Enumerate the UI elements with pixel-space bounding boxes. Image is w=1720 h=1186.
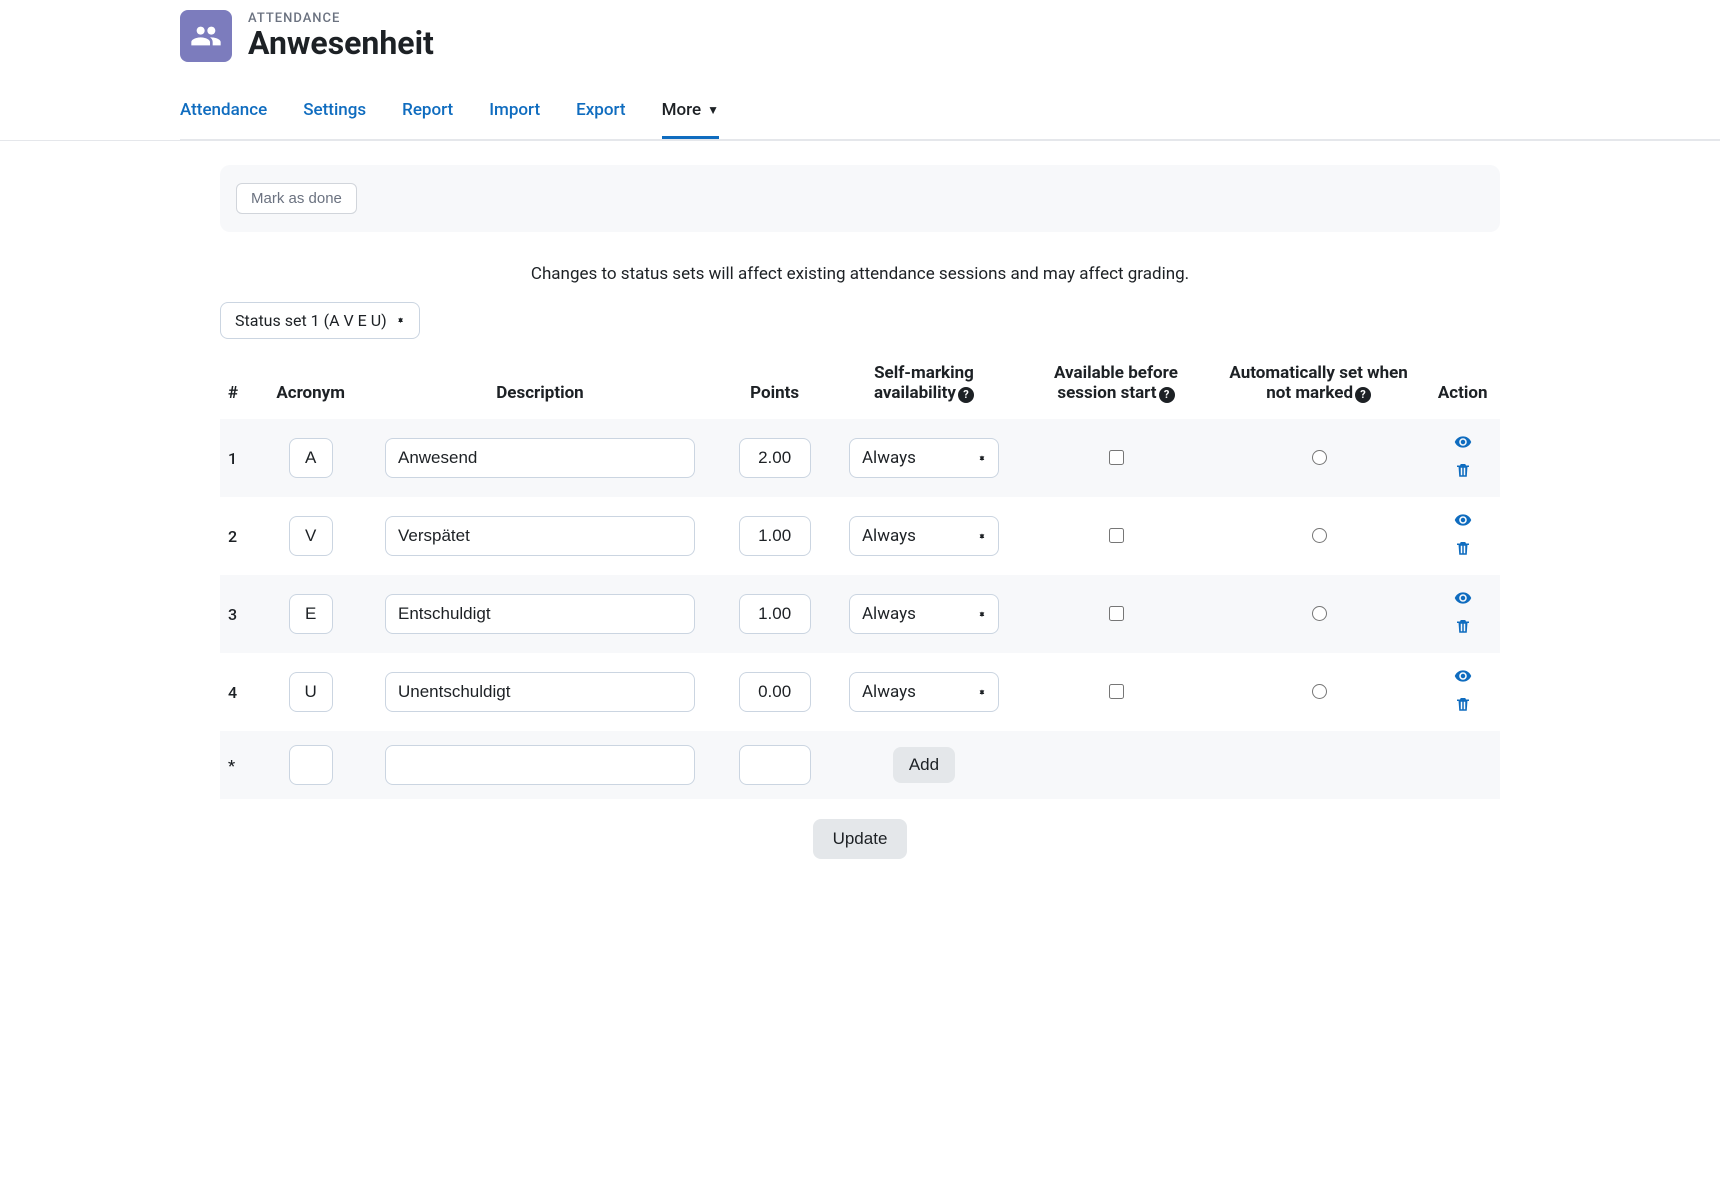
auto-set-radio[interactable] bbox=[1312, 606, 1327, 621]
table-row: 1 Always ▲▼ bbox=[220, 419, 1500, 497]
description-input[interactable] bbox=[385, 594, 695, 634]
trash-icon[interactable] bbox=[1454, 461, 1472, 483]
self-marking-select[interactable]: Always ▲▼ bbox=[849, 516, 999, 556]
available-before-checkbox[interactable] bbox=[1109, 606, 1124, 621]
description-input[interactable] bbox=[385, 672, 695, 712]
sort-icon: ▲▼ bbox=[978, 692, 986, 693]
available-before-checkbox[interactable] bbox=[1109, 528, 1124, 543]
tab-settings[interactable]: Settings bbox=[303, 90, 366, 139]
col-header-auto: Automatically set when not marked? bbox=[1212, 353, 1425, 419]
auto-set-radio[interactable] bbox=[1312, 684, 1327, 699]
col-header-points: Points bbox=[721, 353, 828, 419]
activity-header: ATTENDANCE Anwesenheit bbox=[180, 0, 1720, 62]
trash-icon[interactable] bbox=[1454, 539, 1472, 561]
row-number: 4 bbox=[220, 653, 263, 731]
description-input[interactable] bbox=[385, 745, 695, 785]
warning-text: Changes to status sets will affect exist… bbox=[220, 264, 1500, 284]
available-before-checkbox[interactable] bbox=[1109, 450, 1124, 465]
tab-import[interactable]: Import bbox=[489, 90, 540, 139]
row-number: * bbox=[220, 731, 263, 799]
description-input[interactable] bbox=[385, 438, 695, 478]
col-header-action: Action bbox=[1425, 353, 1500, 419]
tab-export[interactable]: Export bbox=[576, 90, 625, 139]
points-input[interactable] bbox=[739, 745, 811, 785]
tab-bar: Attendance Settings Report Import Export… bbox=[180, 90, 1720, 140]
self-marking-select[interactable]: Always ▲▼ bbox=[849, 594, 999, 634]
help-icon[interactable]: ? bbox=[958, 387, 974, 403]
self-marking-value: Always bbox=[862, 526, 916, 546]
points-input[interactable] bbox=[739, 594, 811, 634]
eye-icon[interactable] bbox=[1454, 667, 1472, 689]
sort-icon: ▲▼ bbox=[978, 536, 986, 537]
acronym-input[interactable] bbox=[289, 594, 333, 634]
trash-icon[interactable] bbox=[1454, 617, 1472, 639]
status-table: # Acronym Description Points Self-markin… bbox=[220, 353, 1500, 799]
chevron-down-icon: ▼ bbox=[707, 103, 719, 117]
col-header-self: Self-marking availability? bbox=[828, 353, 1020, 419]
tab-more-label: More bbox=[662, 100, 701, 120]
row-number: 1 bbox=[220, 419, 263, 497]
col-header-before: Available before session start? bbox=[1020, 353, 1212, 419]
description-input[interactable] bbox=[385, 516, 695, 556]
tab-attendance[interactable]: Attendance bbox=[180, 90, 267, 139]
sort-icon: ▲▼ bbox=[978, 458, 986, 459]
self-marking-value: Always bbox=[862, 682, 916, 702]
table-row: 4 Always ▲▼ bbox=[220, 653, 1500, 731]
auto-set-radio[interactable] bbox=[1312, 450, 1327, 465]
completion-box: Mark as done bbox=[220, 165, 1500, 232]
table-row: 2 Always ▲▼ bbox=[220, 497, 1500, 575]
self-marking-select[interactable]: Always ▲▼ bbox=[849, 438, 999, 478]
acronym-input[interactable] bbox=[289, 438, 333, 478]
col-header-acronym: Acronym bbox=[263, 353, 359, 419]
add-button[interactable]: Add bbox=[893, 747, 955, 783]
acronym-input[interactable] bbox=[289, 745, 333, 785]
status-set-select[interactable]: Status set 1 (A V E U) ▲▼ bbox=[220, 302, 420, 339]
page-title: Anwesenheit bbox=[248, 26, 434, 61]
points-input[interactable] bbox=[739, 672, 811, 712]
trash-icon[interactable] bbox=[1454, 695, 1472, 717]
eye-icon[interactable] bbox=[1454, 433, 1472, 455]
mark-done-button[interactable]: Mark as done bbox=[236, 183, 357, 214]
divider bbox=[0, 140, 1720, 141]
available-before-checkbox[interactable] bbox=[1109, 684, 1124, 699]
self-marking-value: Always bbox=[862, 448, 916, 468]
points-input[interactable] bbox=[739, 516, 811, 556]
attendance-icon bbox=[180, 10, 232, 62]
auto-set-radio[interactable] bbox=[1312, 528, 1327, 543]
tab-report[interactable]: Report bbox=[402, 90, 453, 139]
help-icon[interactable]: ? bbox=[1159, 387, 1175, 403]
self-marking-select[interactable]: Always ▲▼ bbox=[849, 672, 999, 712]
col-header-num: # bbox=[220, 353, 263, 419]
update-button[interactable]: Update bbox=[813, 819, 908, 859]
acronym-input[interactable] bbox=[289, 516, 333, 556]
row-number: 2 bbox=[220, 497, 263, 575]
eye-icon[interactable] bbox=[1454, 589, 1472, 611]
status-set-select-label: Status set 1 (A V E U) bbox=[235, 311, 387, 330]
col-header-auto-label: Automatically set when not marked bbox=[1229, 363, 1407, 403]
col-header-desc: Description bbox=[359, 353, 722, 419]
tab-more[interactable]: More ▼ bbox=[662, 90, 719, 139]
points-input[interactable] bbox=[739, 438, 811, 478]
sort-icon: ▲▼ bbox=[978, 614, 986, 615]
eye-icon[interactable] bbox=[1454, 511, 1472, 533]
row-number: 3 bbox=[220, 575, 263, 653]
acronym-input[interactable] bbox=[289, 672, 333, 712]
table-row-new: * Add bbox=[220, 731, 1500, 799]
self-marking-value: Always bbox=[862, 604, 916, 624]
table-row: 3 Always ▲▼ bbox=[220, 575, 1500, 653]
help-icon[interactable]: ? bbox=[1355, 387, 1371, 403]
sort-icon: ▲▼ bbox=[397, 320, 405, 321]
